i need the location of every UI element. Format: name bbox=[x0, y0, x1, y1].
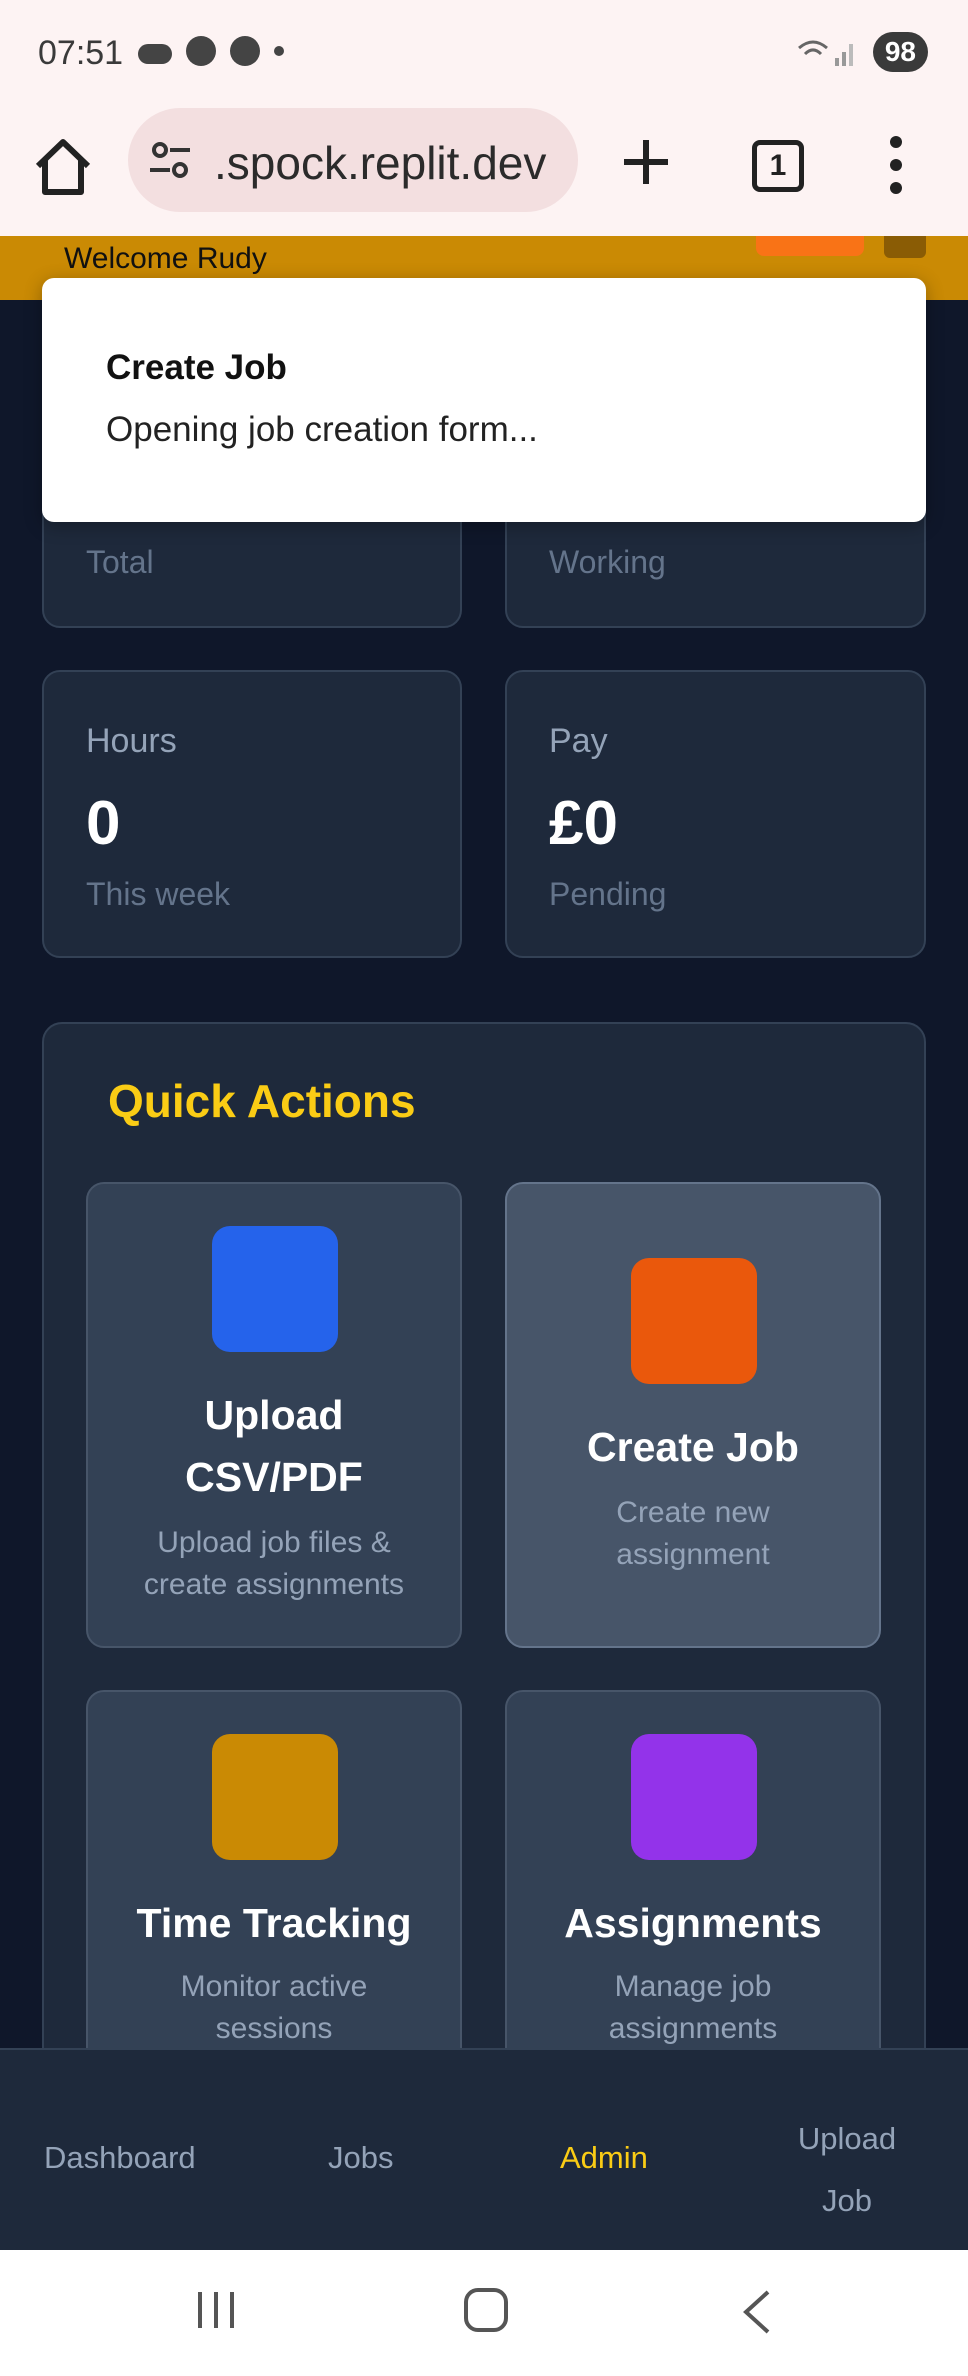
header-action-button[interactable] bbox=[756, 236, 864, 256]
toast-description: Opening job creation form... bbox=[106, 410, 538, 449]
toast-notification[interactable]: Create Job Opening job creation form... bbox=[42, 278, 926, 522]
stat-sub: Working bbox=[549, 544, 666, 580]
status-time: 07:51 bbox=[38, 34, 124, 72]
action-description: Create new bbox=[616, 1496, 770, 1529]
back-icon[interactable] bbox=[738, 2288, 778, 2336]
cloud-icon bbox=[138, 44, 172, 64]
welcome-text: Welcome Rudy bbox=[64, 242, 267, 275]
action-title: Time Tracking bbox=[136, 1900, 412, 1946]
time-tracking-icon bbox=[212, 1734, 338, 1860]
stat-label: Hours bbox=[86, 722, 177, 760]
create-job-button[interactable]: Create Job Create new assignment bbox=[505, 1182, 881, 1648]
home-icon[interactable] bbox=[30, 134, 96, 200]
stat-value: 0 bbox=[86, 789, 121, 858]
action-title: Create Job bbox=[587, 1424, 799, 1470]
nav-admin[interactable]: Admin bbox=[560, 2140, 648, 2176]
notification-icons bbox=[138, 36, 284, 66]
assignments-icon bbox=[631, 1734, 757, 1860]
action-title: Upload bbox=[204, 1392, 344, 1438]
action-description: Upload job files & bbox=[157, 1526, 391, 1559]
wifi-signal-icon bbox=[797, 40, 853, 66]
nav-upload-job-line2: Job bbox=[822, 2183, 872, 2218]
action-description: create assignments bbox=[143, 1568, 405, 1601]
new-tab-icon[interactable] bbox=[618, 134, 674, 190]
android-home-icon[interactable] bbox=[464, 2288, 508, 2332]
tab-switcher-button[interactable]: 1 bbox=[752, 140, 804, 192]
browser-toolbar: .spock.replit.dev 1 bbox=[0, 104, 968, 236]
battery-indicator: 98 bbox=[872, 32, 928, 72]
more-notifications-dot-icon bbox=[274, 46, 284, 56]
action-description: sessions bbox=[215, 2012, 333, 2045]
stat-card-hours: Hours 0 This week bbox=[42, 670, 462, 958]
facebook-icon bbox=[230, 36, 260, 66]
stat-sub: Pending bbox=[549, 876, 667, 912]
address-bar[interactable]: .spock.replit.dev bbox=[128, 108, 578, 212]
url-text[interactable]: .spock.replit.dev bbox=[214, 136, 546, 190]
nav-upload-job[interactable]: Upload Job bbox=[780, 2108, 914, 2232]
upload-icon bbox=[212, 1226, 338, 1352]
viber-icon bbox=[186, 36, 216, 66]
toast-title: Create Job bbox=[106, 348, 287, 387]
action-description: assignments bbox=[608, 2012, 778, 2045]
nav-dashboard[interactable]: Dashboard bbox=[44, 2140, 196, 2176]
assignments-button[interactable]: Assignments Manage job assignments bbox=[505, 1690, 881, 2110]
quick-actions-title: Quick Actions bbox=[108, 1075, 416, 1127]
android-navigation-bar bbox=[0, 2250, 968, 2376]
status-bar: 07:51 98 bbox=[0, 0, 968, 104]
bottom-navigation: Dashboard Jobs Admin Upload Job bbox=[0, 2048, 968, 2250]
action-description: Monitor active bbox=[180, 1970, 368, 2003]
stat-sub: Total bbox=[86, 544, 154, 580]
header-menu-button[interactable] bbox=[884, 236, 926, 258]
stat-card-pay: Pay £0 Pending bbox=[505, 670, 926, 958]
nav-upload-job-line1: Upload bbox=[797, 2121, 897, 2156]
time-tracking-button[interactable]: Time Tracking Monitor active sessions bbox=[86, 1690, 462, 2110]
stat-sub: This week bbox=[86, 876, 231, 912]
action-description: Manage job bbox=[614, 1970, 772, 2003]
system-icons: 98 bbox=[797, 32, 928, 72]
action-title: Assignments bbox=[564, 1900, 822, 1946]
stat-label: Pay bbox=[549, 722, 608, 760]
upload-csv-pdf-button[interactable]: Upload CSV/PDF Upload job files & create… bbox=[86, 1182, 462, 1648]
site-settings-icon[interactable] bbox=[148, 138, 192, 182]
nav-jobs[interactable]: Jobs bbox=[328, 2140, 393, 2176]
action-description: assignment bbox=[616, 1538, 770, 1571]
quick-actions-panel: Quick Actions Upload CSV/PDF Upload job … bbox=[42, 1022, 926, 2122]
create-job-icon bbox=[631, 1258, 757, 1384]
more-vert-icon[interactable] bbox=[884, 134, 908, 196]
action-title: CSV/PDF bbox=[185, 1454, 363, 1500]
recent-apps-icon[interactable] bbox=[196, 2290, 236, 2330]
stat-value: £0 bbox=[549, 789, 618, 858]
